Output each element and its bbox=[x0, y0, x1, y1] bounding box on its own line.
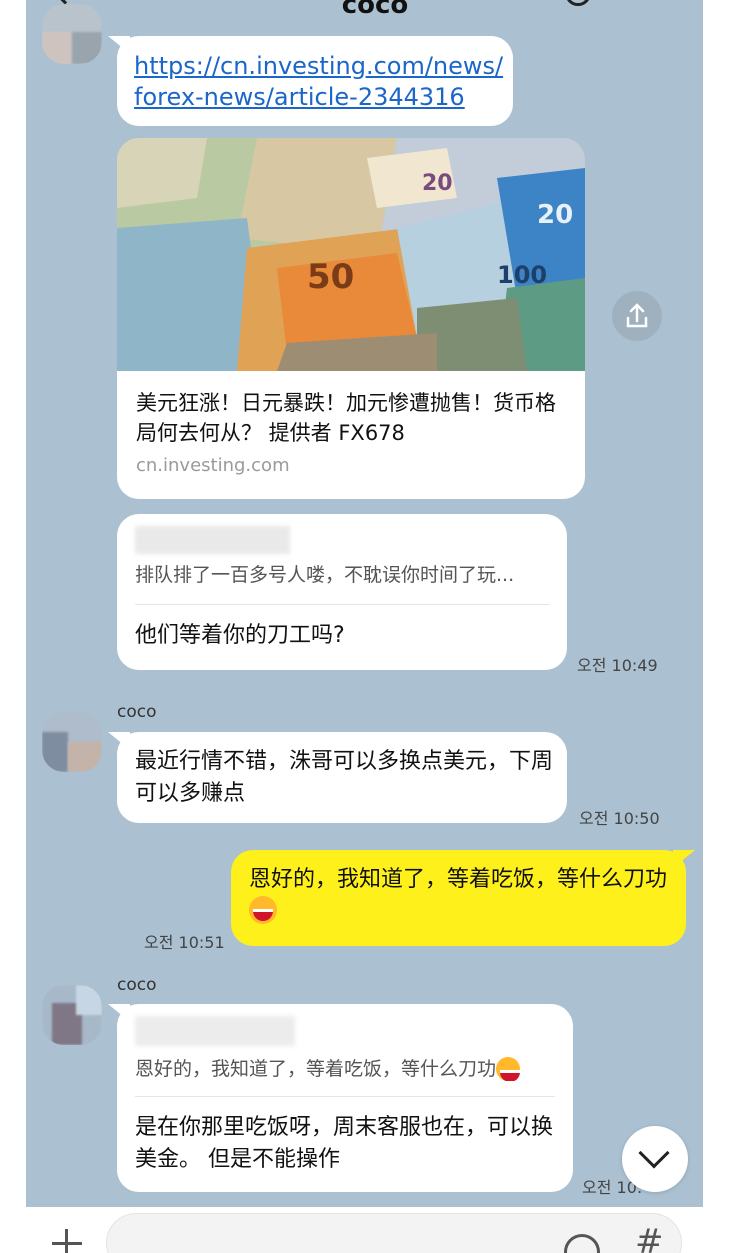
chat-header: coco bbox=[26, 0, 703, 20]
chat-area[interactable]: coco https://cn.investing.com/news/ fore… bbox=[26, 0, 703, 1207]
message-text: 最近行情不错，洙哥可以多换点美元，下周可以多赚点 bbox=[135, 749, 554, 806]
emoji-icon[interactable] bbox=[564, 1234, 600, 1253]
quoted-sender-name bbox=[135, 1016, 295, 1046]
avatar[interactable] bbox=[42, 985, 102, 1045]
reply-message-bubble[interactable]: 恩好的，我知道了，等着吃饭，等什么刀功 是在你那里吃饭呀，周末客服也在，可以换美… bbox=[117, 1004, 573, 1192]
quoted-message: 恩好的，我知道了，等着吃饭，等什么刀功 bbox=[135, 1054, 565, 1081]
share-button[interactable] bbox=[612, 291, 662, 341]
chat-title: coco bbox=[341, 0, 409, 20]
message-text: 他们等着你的刀工吗? bbox=[135, 623, 345, 648]
link-preview-card[interactable]: 50 100 20 20 美元狂涨！日元暴跌！加元惨遭抛售！货币格局何去何从？ … bbox=[117, 138, 585, 499]
avatar[interactable] bbox=[42, 4, 102, 64]
laughing-emoji-icon bbox=[249, 896, 277, 924]
message-bubble[interactable]: 最近行情不错，洙哥可以多换点美元，下周可以多赚点 bbox=[117, 732, 567, 823]
chevron-down-icon bbox=[638, 1137, 670, 1169]
reply-message-bubble[interactable]: 排队排了一百多号人喽，不耽误你时间了玩... 他们等着你的刀工吗? bbox=[117, 514, 567, 670]
message-input[interactable]: # bbox=[106, 1213, 682, 1253]
link-url-line2[interactable]: forex-news/article-2344316 bbox=[134, 82, 503, 113]
my-message-bubble[interactable]: 恩好的，我知道了，等着吃饭，等什么刀功 bbox=[231, 850, 686, 946]
message-text-content: 恩好的，我知道了，等着吃饭，等什么刀功 bbox=[249, 867, 668, 892]
card-title[interactable]: 美元狂涨！日元暴跌！加元惨遭抛售！货币格局何去何从？ 提供者 FX678 bbox=[136, 388, 566, 448]
svg-text:50: 50 bbox=[307, 257, 354, 297]
message-time: 오전 10:49 bbox=[577, 656, 658, 675]
svg-text:20: 20 bbox=[537, 200, 573, 230]
sender-name: coco bbox=[117, 975, 157, 995]
svg-text:100: 100 bbox=[497, 261, 547, 289]
message-input-bar: # bbox=[0, 1207, 750, 1253]
quoted-message-text: 恩好的，我知道了，等着吃饭，等什么刀功 bbox=[135, 1058, 497, 1080]
share-icon bbox=[626, 303, 648, 328]
reply-divider bbox=[135, 1096, 555, 1097]
card-domain: cn.investing.com bbox=[136, 455, 290, 476]
sender-name: coco bbox=[117, 702, 157, 722]
link-message-bubble[interactable]: https://cn.investing.com/news/ forex-new… bbox=[117, 36, 513, 126]
svg-text:20: 20 bbox=[422, 171, 453, 196]
reply-divider bbox=[135, 604, 550, 605]
plus-icon[interactable] bbox=[52, 1229, 82, 1253]
message-text: 是在你那里吃饭呀，周末客服也在，可以换美金。 但是不能操作 bbox=[135, 1115, 554, 1172]
link-url-line1[interactable]: https://cn.investing.com/news/ bbox=[134, 51, 503, 82]
currency-banknotes-image: 50 100 20 20 bbox=[117, 138, 585, 371]
message-time: 오전 10:50 bbox=[579, 809, 660, 828]
message-text: 恩好的，我知道了，等着吃饭，等什么刀功 bbox=[249, 864, 674, 928]
avatar[interactable] bbox=[42, 712, 102, 772]
laughing-emoji-icon bbox=[496, 1057, 521, 1081]
quoted-message: 排队排了一百多号人喽，不耽误你时间了玩... bbox=[135, 564, 515, 586]
quoted-sender-name bbox=[135, 526, 295, 554]
scroll-down-button[interactable] bbox=[622, 1126, 688, 1192]
message-time: 오전 10:51 bbox=[144, 933, 225, 952]
hash-icon[interactable]: # bbox=[635, 1222, 664, 1253]
